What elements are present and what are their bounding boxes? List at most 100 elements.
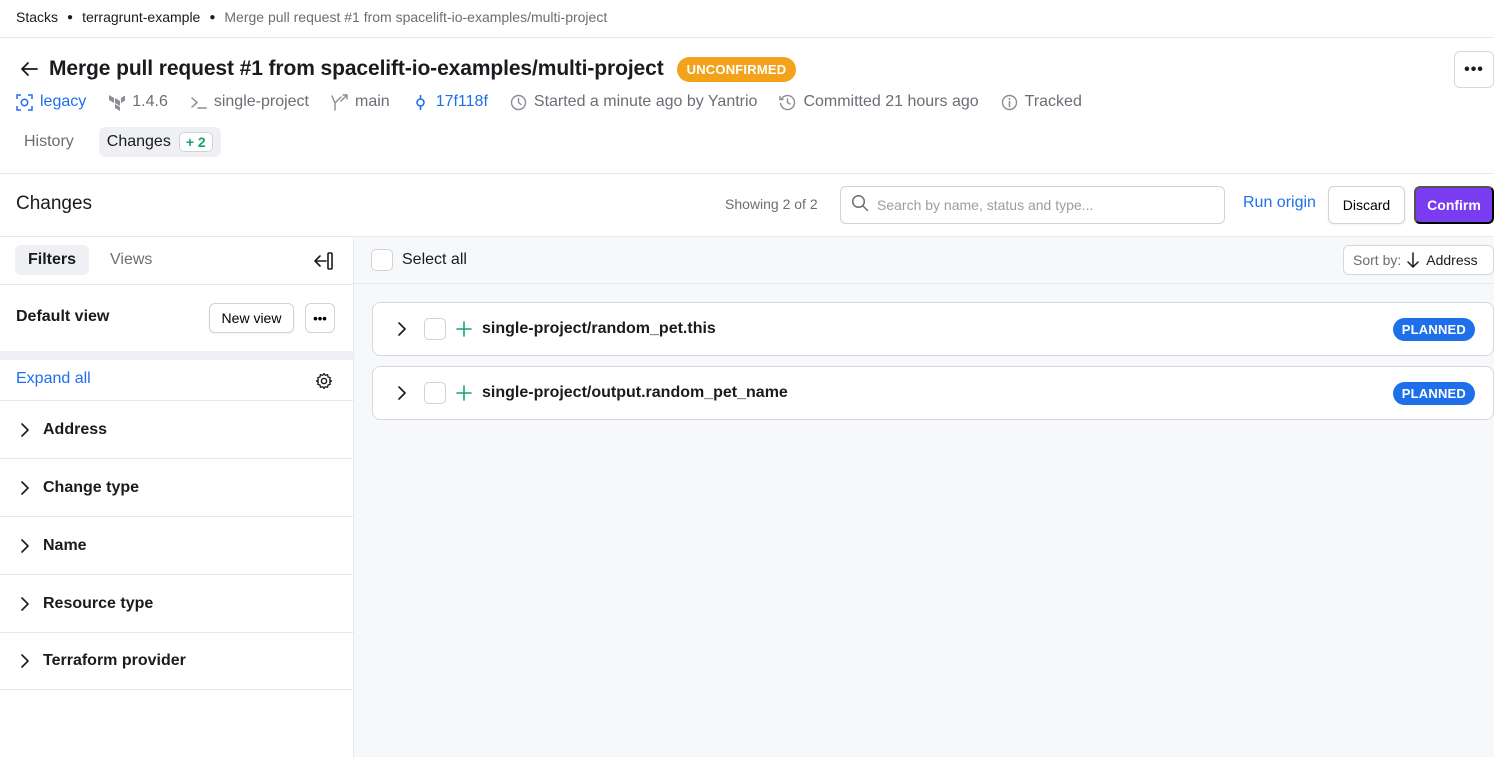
filter-resource-type[interactable]: Resource type xyxy=(0,574,353,632)
changes-list-panel: Select all Sort by: Address single-proje… xyxy=(354,237,1494,757)
branch-icon xyxy=(331,93,348,111)
committed: Committed 21 hours ago xyxy=(779,93,979,111)
filters-sidebar: Filters Views Default view New view ••• … xyxy=(0,237,354,757)
history-icon xyxy=(779,94,796,111)
page-title: Merge pull request #1 from spacelift-io-… xyxy=(49,57,664,80)
plus-icon xyxy=(456,385,472,401)
chevron-right-icon xyxy=(18,422,32,437)
filter-address[interactable]: Address xyxy=(0,400,353,458)
filter-label: Address xyxy=(43,420,108,438)
commit-link[interactable]: 17f118f xyxy=(412,93,488,111)
sort-dropdown[interactable]: Sort by: Address xyxy=(1343,245,1494,275)
info-icon xyxy=(1001,94,1018,111)
search-box[interactable] xyxy=(840,186,1225,224)
tab-changes-label: Changes xyxy=(106,133,171,150)
space-name: legacy xyxy=(40,93,87,110)
resource-row[interactable]: single-project/output.random_pet_name PL… xyxy=(372,366,1494,420)
filter-name[interactable]: Name xyxy=(0,516,353,574)
list-toolbar: Select all Sort by: Address xyxy=(354,237,1494,284)
tab-history[interactable]: History xyxy=(16,128,82,156)
chevron-right-icon xyxy=(18,538,32,553)
committed-value: Committed 21 hours ago xyxy=(803,93,979,110)
status-badge: UNCONFIRMED xyxy=(676,56,797,82)
breadcrumb-current: Merge pull request #1 from spacelift-io-… xyxy=(224,9,608,25)
select-all-label: Select all xyxy=(402,251,467,268)
filter-change-type[interactable]: Change type xyxy=(0,458,353,516)
select-all[interactable]: Select all xyxy=(371,249,467,271)
started: Started a minute ago by Yantrio xyxy=(510,93,758,111)
divider xyxy=(0,173,1494,174)
select-all-checkbox[interactable] xyxy=(371,249,393,271)
chevron-right-icon[interactable] xyxy=(395,386,409,400)
divider xyxy=(0,37,1494,38)
breadcrumb-separator: ● xyxy=(209,11,216,23)
expand-all-link[interactable]: Expand all xyxy=(16,370,91,388)
chevron-right-icon[interactable] xyxy=(395,322,409,336)
discard-button[interactable]: Discard xyxy=(1328,186,1405,224)
sort-arrow-down-icon xyxy=(1406,252,1420,268)
resource-row[interactable]: single-project/random_pet.this PLANNED xyxy=(372,302,1494,356)
row-checkbox[interactable] xyxy=(424,382,446,404)
resource-name: single-project/random_pet.this xyxy=(482,320,716,337)
chevron-right-icon xyxy=(18,480,32,495)
filter-label: Name xyxy=(43,536,87,554)
space-link[interactable]: legacy xyxy=(16,93,86,111)
project-root-value: single-project xyxy=(213,93,309,110)
gear-icon[interactable] xyxy=(315,372,333,390)
commit-icon xyxy=(412,94,429,111)
terraform-icon xyxy=(108,94,126,111)
filter-label: Resource type xyxy=(43,594,154,612)
breadcrumb-separator: ● xyxy=(67,11,74,23)
breadcrumb: Stacks ● terragrunt-example ● Merge pull… xyxy=(16,8,607,26)
tracked-value: Tracked xyxy=(1024,93,1082,110)
terraform-version-value: 1.4.6 xyxy=(132,93,168,110)
tab-filters[interactable]: Filters xyxy=(15,245,90,275)
view-more-button[interactable]: ••• xyxy=(305,303,335,333)
run-meta: legacy 1.4.6 single-project main 17f118f… xyxy=(16,91,1104,113)
tab-history-label: History xyxy=(24,133,74,150)
filter-label: Terraform provider xyxy=(43,652,186,669)
breadcrumb-stacks[interactable]: Stacks xyxy=(16,9,58,25)
sort-value: Address xyxy=(1426,252,1478,268)
branch: main xyxy=(331,93,390,111)
divider xyxy=(0,284,353,285)
collapse-sidebar-icon[interactable] xyxy=(313,251,335,271)
branch-value: main xyxy=(355,93,390,110)
back-arrow-icon[interactable] xyxy=(18,58,40,80)
default-view-title: Default view xyxy=(16,308,110,325)
filter-list: Address Change type Name Resource type T… xyxy=(0,400,353,690)
chevron-right-icon xyxy=(18,654,32,668)
plus-icon xyxy=(456,321,472,337)
confirm-button[interactable]: Confirm xyxy=(1414,186,1494,224)
commit-hash: 17f118f xyxy=(435,93,488,110)
breadcrumb-stack[interactable]: terragrunt-example xyxy=(82,9,200,25)
tracked: Tracked xyxy=(1001,93,1082,111)
showing-count: Showing 2 of 2 xyxy=(725,196,818,212)
changes-heading: Changes xyxy=(16,193,93,214)
sort-label: Sort by: xyxy=(1353,252,1402,268)
filter-label: Change type xyxy=(43,478,140,496)
run-origin-link[interactable]: Run origin xyxy=(1243,194,1316,212)
changes-count-badge: + 2 xyxy=(178,132,213,152)
new-view-button[interactable]: New view xyxy=(209,303,294,333)
more-actions-button[interactable]: ••• xyxy=(1454,51,1494,88)
status-badge: PLANNED xyxy=(1392,382,1475,405)
run-tabs: History Changes + 2 xyxy=(16,127,238,157)
tab-changes[interactable]: Changes + 2 xyxy=(98,127,221,157)
filter-terraform-provider[interactable]: Terraform provider xyxy=(0,632,353,690)
resource-name: single-project/output.random_pet_name xyxy=(482,384,788,401)
status-badge: PLANNED xyxy=(1392,318,1475,341)
started-value: Started a minute ago by Yantrio xyxy=(533,93,758,110)
tab-views[interactable]: Views xyxy=(97,245,165,275)
terminal-icon xyxy=(190,94,207,111)
clock-icon xyxy=(510,94,527,111)
terraform-version: 1.4.6 xyxy=(108,93,168,111)
divider-band xyxy=(0,351,353,360)
chevron-right-icon xyxy=(18,596,32,611)
row-checkbox[interactable] xyxy=(424,318,446,340)
title-row: Merge pull request #1 from spacelift-io-… xyxy=(18,55,797,83)
project-root: single-project xyxy=(190,93,309,111)
search-icon xyxy=(851,194,869,217)
search-input[interactable] xyxy=(877,197,1207,213)
sidebar-tabs: Filters Views xyxy=(15,245,173,275)
